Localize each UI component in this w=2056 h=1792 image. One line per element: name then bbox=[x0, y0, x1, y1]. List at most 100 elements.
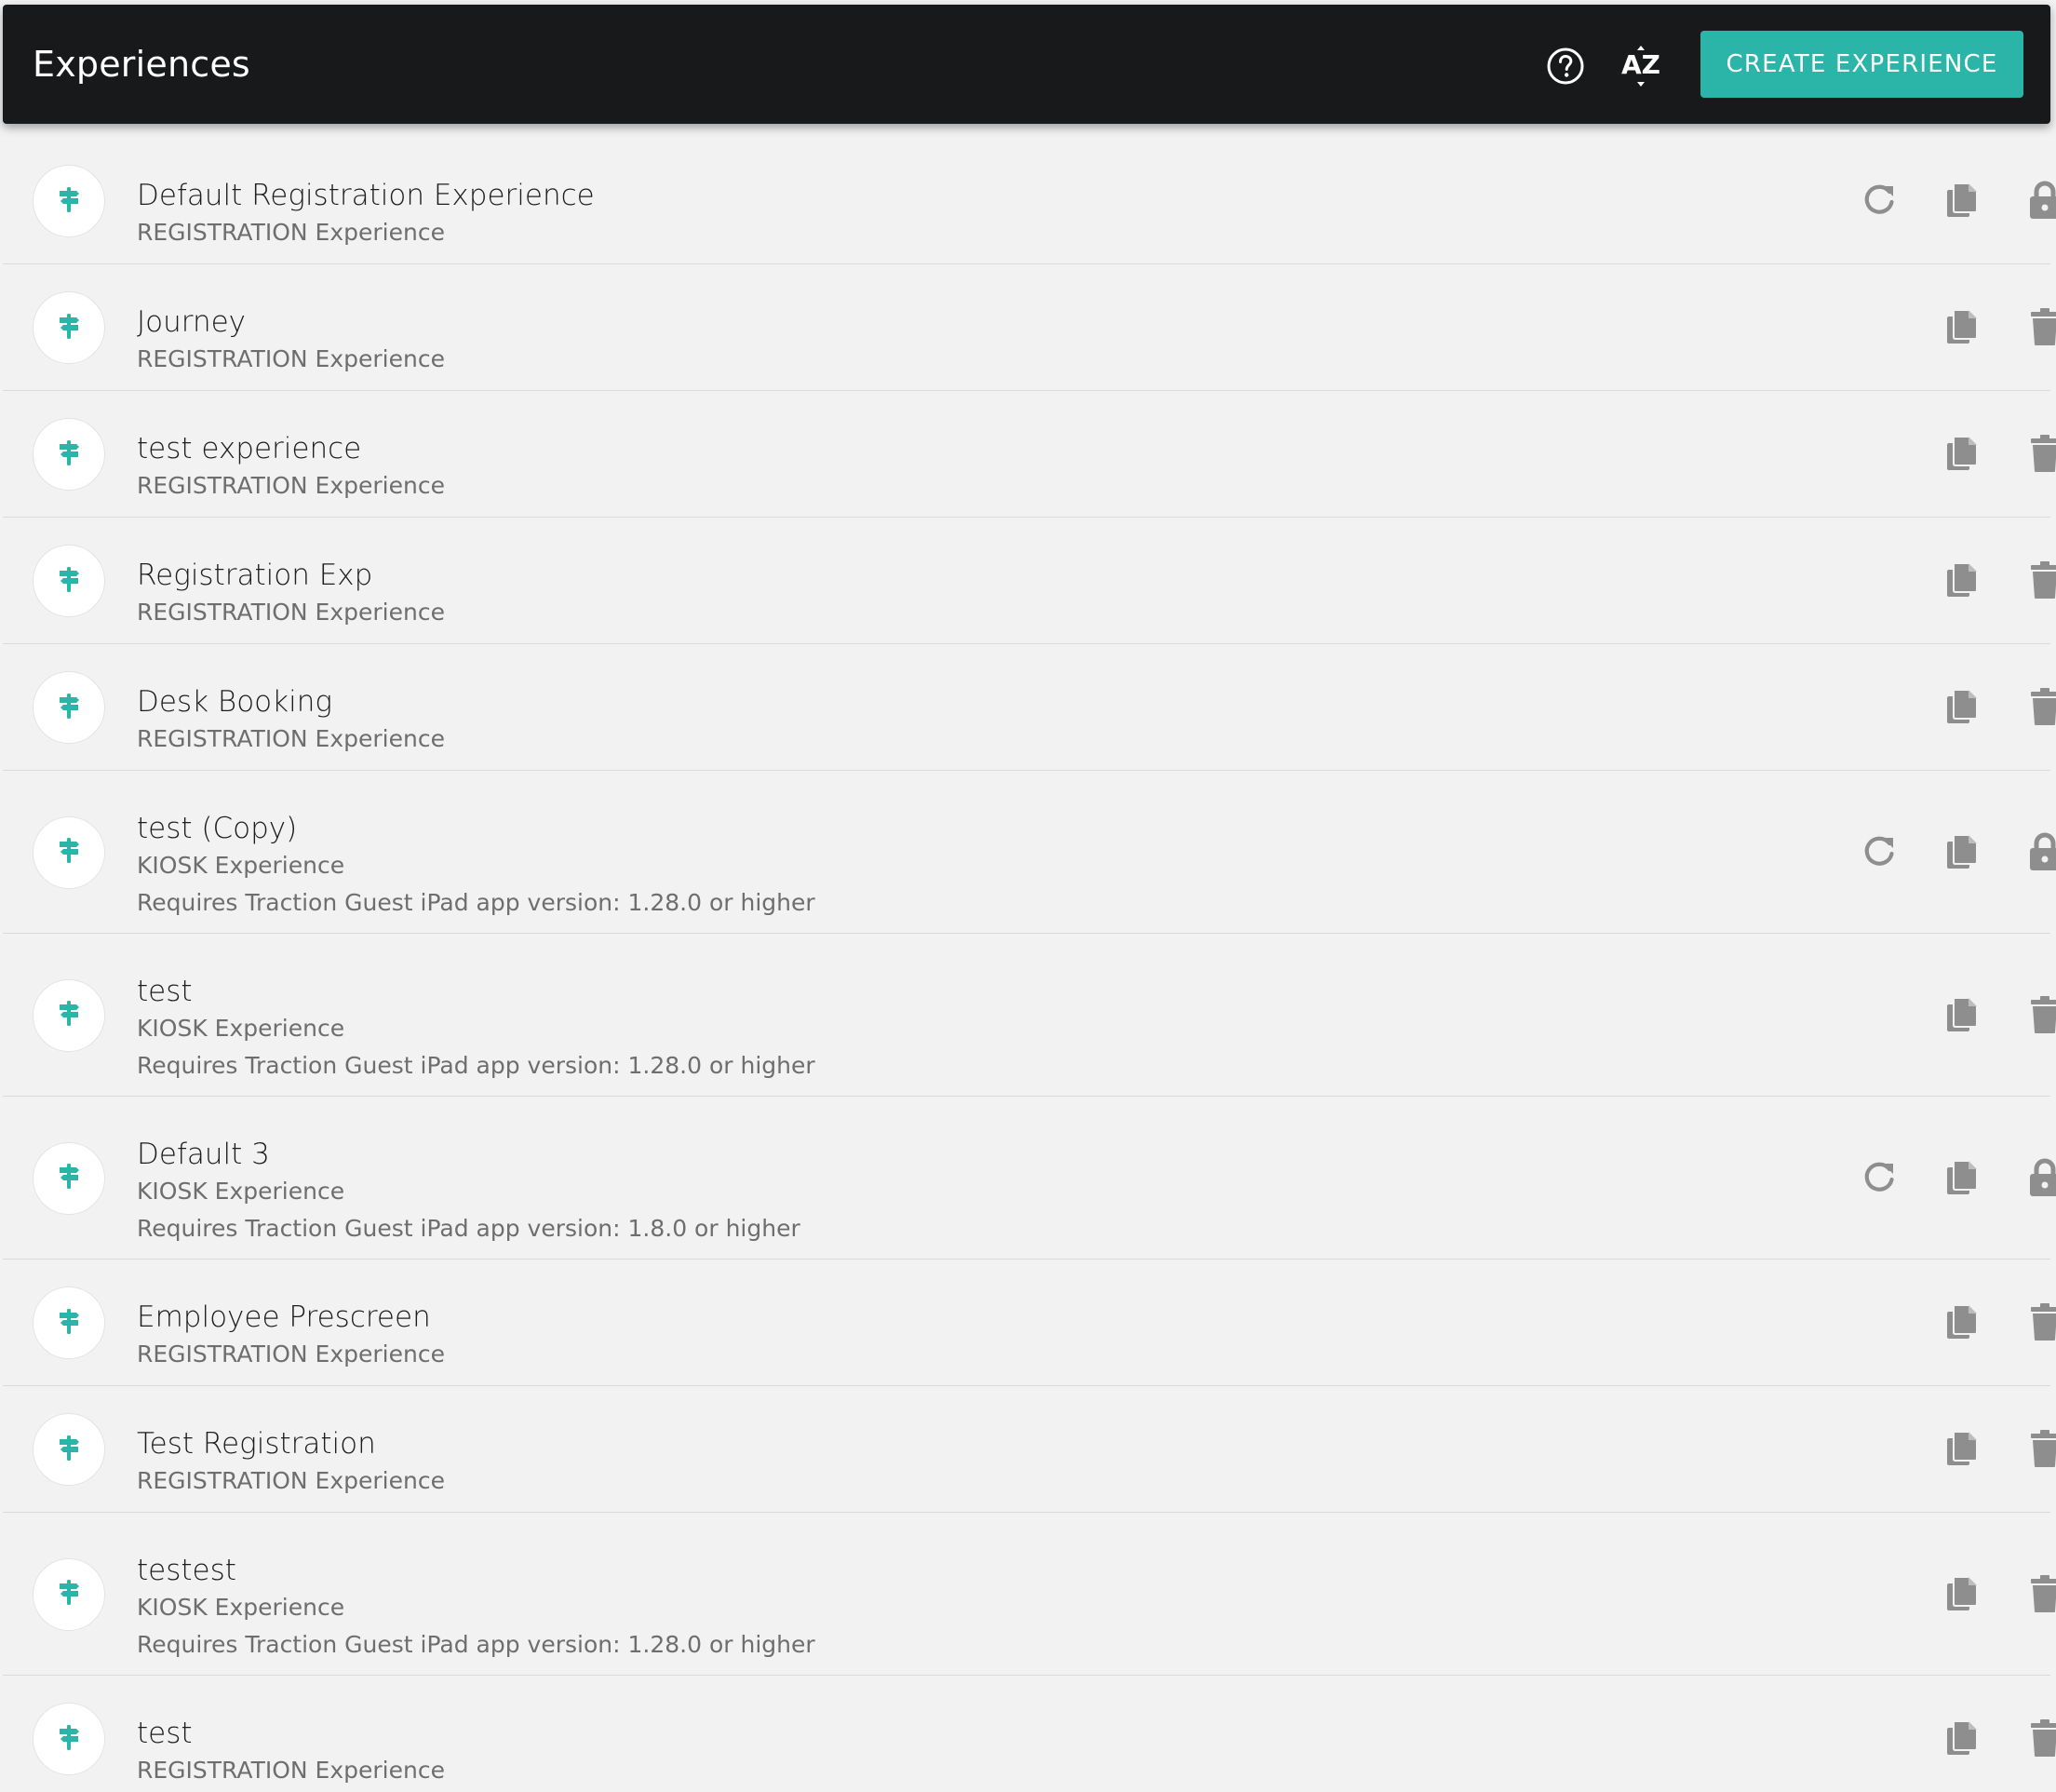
duplicate-button[interactable] bbox=[1938, 1714, 1986, 1762]
experience-name[interactable]: test (Copy) bbox=[137, 810, 815, 847]
copy-icon bbox=[1944, 996, 1980, 1033]
experience-avatar bbox=[33, 1287, 105, 1359]
experience-avatar bbox=[33, 165, 105, 237]
experience-row[interactable]: testest KIOSK Experience Requires Traction… bbox=[3, 1513, 2056, 1676]
experience-row[interactable]: Default 3 KIOSK Experience Requires Tracti… bbox=[3, 1097, 2056, 1260]
experience-requirement: Requires Traction Guest iPad app version… bbox=[137, 889, 815, 916]
experience-avatar bbox=[33, 978, 105, 1052]
locked-button[interactable] bbox=[2021, 176, 2056, 224]
row-actions bbox=[1771, 264, 2056, 390]
experience-type: REGISTRATION Experience bbox=[137, 1757, 445, 1784]
experience-name[interactable]: Employee Prescreen bbox=[137, 1299, 445, 1336]
experience-type: REGISTRATION Experience bbox=[137, 599, 445, 626]
experience-name[interactable]: Test Registration bbox=[137, 1425, 445, 1462]
delete-button[interactable] bbox=[2021, 303, 2056, 351]
delete-button[interactable] bbox=[2021, 429, 2056, 478]
reset-button[interactable] bbox=[1855, 1153, 1903, 1202]
trash-icon bbox=[2029, 1718, 2056, 1758]
duplicate-button[interactable] bbox=[1938, 1298, 1986, 1346]
experience-row[interactable]: test KIOSK Experience Requires Traction Gu… bbox=[3, 934, 2056, 1097]
experience-text: Test Registration REGISTRATION Experience bbox=[137, 1425, 445, 1500]
experience-row[interactable]: test (Copy) KIOSK Experience Requires Trac… bbox=[3, 771, 2056, 934]
duplicate-button[interactable] bbox=[1938, 303, 1986, 351]
trash-icon bbox=[2029, 687, 2056, 726]
row-actions bbox=[1771, 771, 2056, 933]
experience-type: REGISTRATION Experience bbox=[137, 1341, 445, 1368]
experience-name[interactable]: Default Registration Experience bbox=[137, 177, 595, 214]
signpost-icon bbox=[52, 1431, 86, 1469]
experience-row[interactable]: test REGISTRATION Experience bbox=[3, 1676, 2056, 1792]
experience-type: KIOSK Experience bbox=[137, 1015, 345, 1042]
delete-button[interactable] bbox=[2021, 1714, 2056, 1762]
copy-icon bbox=[1944, 688, 1980, 725]
duplicate-button[interactable] bbox=[1938, 1570, 1986, 1618]
duplicate-button[interactable] bbox=[1938, 828, 1986, 876]
experience-text: test experience REGISTRATION Experience bbox=[137, 430, 445, 505]
experience-name[interactable]: test bbox=[137, 1715, 445, 1752]
experience-text: test REGISTRATION Experience bbox=[137, 1715, 445, 1789]
refresh-icon bbox=[1861, 182, 1898, 219]
duplicate-button[interactable] bbox=[1938, 1153, 1986, 1202]
copy-icon bbox=[1944, 1575, 1980, 1612]
help-circle-icon bbox=[1547, 47, 1584, 85]
duplicate-button[interactable] bbox=[1938, 429, 1986, 478]
experience-name[interactable]: testest bbox=[137, 1552, 815, 1589]
experience-text: Default Registration Experience REGISTRAT… bbox=[137, 177, 595, 251]
experience-row[interactable]: Registration Exp REGISTRATION Experience bbox=[3, 518, 2056, 644]
experience-row[interactable]: Desk Booking REGISTRATION Experience bbox=[3, 644, 2056, 771]
sort-button[interactable]: AZ bbox=[1620, 42, 1661, 90]
reset-button[interactable] bbox=[1855, 828, 1903, 876]
experience-text: Desk Booking REGISTRATION Experience bbox=[137, 683, 445, 758]
experience-row[interactable]: test experience REGISTRATION Experience bbox=[3, 391, 2056, 518]
reset-button[interactable] bbox=[1855, 176, 1903, 224]
lock-icon bbox=[2027, 1157, 2056, 1198]
experience-requirement: Requires Traction Guest iPad app version… bbox=[137, 1631, 815, 1658]
experience-name[interactable]: Journey bbox=[137, 303, 445, 341]
experience-type: REGISTRATION Experience bbox=[137, 472, 445, 499]
experience-avatar bbox=[33, 1413, 105, 1486]
experience-name[interactable]: Desk Booking bbox=[137, 683, 445, 721]
delete-button[interactable] bbox=[2021, 1298, 2056, 1346]
row-actions bbox=[1771, 1097, 2056, 1259]
delete-button[interactable] bbox=[2021, 990, 2056, 1039]
signpost-icon bbox=[52, 309, 86, 347]
trash-icon bbox=[2029, 434, 2056, 473]
experience-name[interactable]: Registration Exp bbox=[137, 557, 445, 594]
experience-avatar bbox=[33, 291, 105, 364]
experience-text: test (Copy) KIOSK Experience Requires Trac… bbox=[137, 810, 815, 922]
locked-button[interactable] bbox=[2021, 1153, 2056, 1202]
signpost-icon bbox=[52, 1304, 86, 1342]
signpost-icon bbox=[52, 562, 86, 600]
experience-avatar bbox=[33, 671, 105, 744]
experience-requirement: Requires Traction Guest iPad app version… bbox=[137, 1215, 800, 1242]
locked-button[interactable] bbox=[2021, 828, 2056, 876]
delete-button[interactable] bbox=[2021, 556, 2056, 604]
experience-name[interactable]: test bbox=[137, 973, 815, 1010]
experience-row[interactable]: Default Registration Experience REGISTRAT… bbox=[3, 138, 2056, 264]
row-actions bbox=[1771, 1386, 2056, 1512]
experience-row[interactable]: Employee Prescreen REGISTRATION Experienc… bbox=[3, 1260, 2056, 1386]
duplicate-button[interactable] bbox=[1938, 1424, 1986, 1473]
experience-text: Registration Exp REGISTRATION Experience bbox=[137, 557, 445, 631]
trash-icon bbox=[2029, 995, 2056, 1034]
duplicate-button[interactable] bbox=[1938, 990, 1986, 1039]
experience-row[interactable]: Test Registration REGISTRATION Experience bbox=[3, 1386, 2056, 1513]
experience-row[interactable]: Journey REGISTRATION Experience bbox=[3, 264, 2056, 391]
create-experience-button[interactable]: CREATE EXPERIENCE bbox=[1700, 31, 2023, 98]
trash-icon bbox=[2029, 307, 2056, 346]
experience-text: test KIOSK Experience Requires Traction Gu… bbox=[137, 973, 815, 1085]
experience-name[interactable]: test experience bbox=[137, 430, 445, 467]
help-button[interactable] bbox=[1545, 46, 1586, 87]
experience-name[interactable]: Default 3 bbox=[137, 1136, 800, 1173]
row-actions bbox=[1771, 1513, 2056, 1675]
experience-requirement: Requires Traction Guest iPad app version… bbox=[137, 1052, 815, 1079]
delete-button[interactable] bbox=[2021, 1424, 2056, 1473]
duplicate-button[interactable] bbox=[1938, 176, 1986, 224]
copy-icon bbox=[1944, 1719, 1980, 1757]
duplicate-button[interactable] bbox=[1938, 682, 1986, 731]
delete-button[interactable] bbox=[2021, 1570, 2056, 1618]
duplicate-button[interactable] bbox=[1938, 556, 1986, 604]
delete-button[interactable] bbox=[2021, 682, 2056, 731]
copy-icon bbox=[1944, 308, 1980, 345]
experience-type: REGISTRATION Experience bbox=[137, 345, 445, 372]
